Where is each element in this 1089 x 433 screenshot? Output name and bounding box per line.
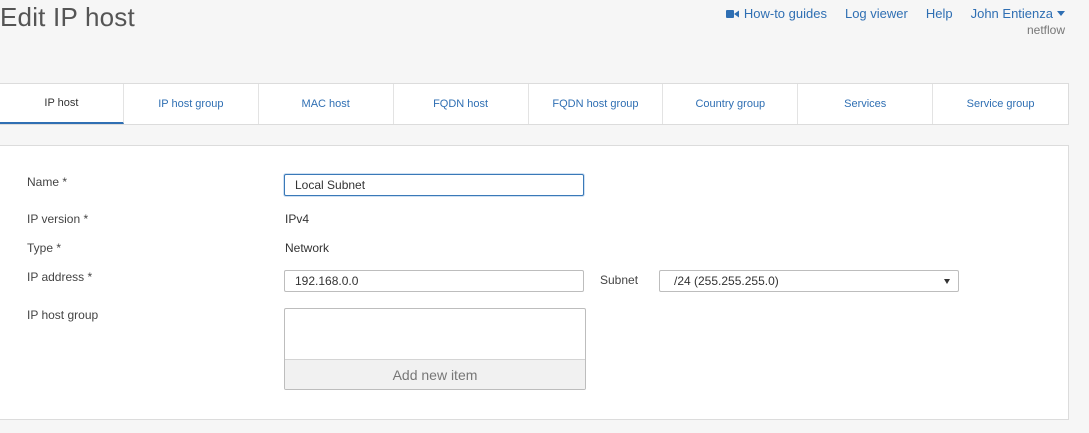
- log-viewer-link[interactable]: Log viewer: [845, 6, 908, 21]
- help-link[interactable]: Help: [926, 6, 953, 21]
- tab-country-group[interactable]: Country group: [663, 84, 799, 124]
- how-to-guides-label: How-to guides: [743, 6, 827, 21]
- user-name: John Entienza: [970, 6, 1053, 21]
- subnet-select[interactable]: /24 (255.255.255.0): [659, 270, 959, 292]
- name-label: Name *: [27, 175, 68, 189]
- ip-address-input[interactable]: [284, 270, 584, 292]
- edit-form-panel: Name * IP version * IPv4 Type * Network …: [0, 145, 1069, 420]
- type-value: Network: [285, 241, 330, 255]
- tab-ip-host[interactable]: IP host: [0, 84, 124, 124]
- subnet-label: Subnet: [600, 273, 639, 287]
- ip-host-group-label: IP host group: [27, 308, 99, 322]
- page-title: Edit IP host: [0, 2, 135, 32]
- object-tabs: IP host IP host group MAC host FQDN host…: [0, 83, 1069, 125]
- tab-service-group[interactable]: Service group: [933, 84, 1068, 124]
- dropdown-arrow-icon: [944, 279, 950, 284]
- subnet-selected-value: /24 (255.255.255.0): [674, 274, 779, 288]
- caret-down-icon: [1057, 11, 1065, 16]
- video-camera-icon: [725, 9, 739, 19]
- top-nav: How-to guides Log viewer Help John Entie…: [725, 6, 1065, 21]
- add-new-item-button[interactable]: Add new item: [285, 359, 585, 389]
- ip-host-group-list[interactable]: Add new item: [284, 308, 586, 390]
- user-menu[interactable]: John Entienza: [971, 6, 1065, 21]
- sub-user: netflow: [1026, 23, 1065, 37]
- how-to-guides-link[interactable]: How-to guides: [725, 6, 827, 21]
- tab-services[interactable]: Services: [798, 84, 934, 124]
- tab-fqdn-host-group[interactable]: FQDN host group: [529, 84, 664, 124]
- name-input[interactable]: [284, 174, 584, 196]
- ip-version-value: IPv4: [285, 212, 310, 226]
- ip-version-label: IP version *: [27, 212, 89, 226]
- ip-address-label: IP address *: [27, 270, 93, 284]
- tab-fqdn-host[interactable]: FQDN host: [394, 84, 529, 124]
- tab-ip-host-group[interactable]: IP host group: [124, 84, 259, 124]
- tab-mac-host[interactable]: MAC host: [259, 84, 394, 124]
- type-label: Type *: [27, 241, 62, 255]
